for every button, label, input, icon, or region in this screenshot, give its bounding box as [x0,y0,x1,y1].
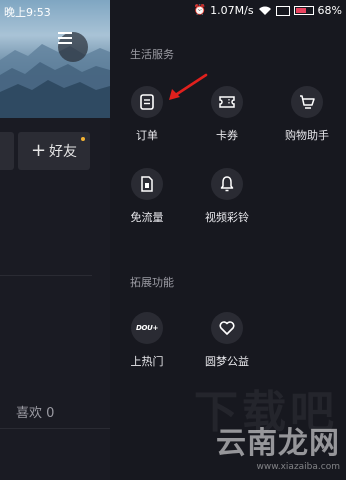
plus-icon: + [30,140,47,161]
battery-fill [295,8,307,13]
sim-card-icon [131,168,163,200]
menu-item-free-data[interactable]: 免流量 [107,168,187,225]
network-speed: 1.07M/s [210,4,254,17]
wifi-icon [258,6,271,15]
menu-item-label: 圆梦公益 [205,355,249,368]
alarm-icon: ⏰ [193,5,207,16]
heart-charity-icon [211,312,243,344]
ticket-coupon-icon [211,86,243,118]
menu-item-label: 视频彩铃 [205,211,249,224]
watermark-background-text: 下载吧 [194,387,338,438]
dou-plus-icon: DOU+ [131,312,163,344]
annotation-arrow [169,73,208,100]
shopping-cart-icon [291,86,323,118]
hamburger-menu-button[interactable] [58,32,88,62]
notification-dot [81,137,85,141]
divider [0,428,110,429]
status-bar: 晚上9:53 ⏰ 1.07M/s 68% [0,0,346,22]
menu-item-dou-plus[interactable]: DOU+ 上热门 [107,312,187,369]
hamburger-icon [58,32,72,44]
battery-icon [293,6,314,15]
menu-item-label: 卡券 [216,129,238,142]
menu-item-label: 免流量 [130,211,164,224]
order-document-icon [131,86,163,118]
status-time: 晚上9:53 [4,6,51,19]
menu-item-shopping-assistant[interactable]: 购物助手 [267,86,346,143]
menu-item-video-ringtone[interactable]: 视频彩铃 [187,168,267,225]
section-title-life-services: 生活服务 [130,48,174,61]
likes-tab[interactable]: 喜欢 0 [16,402,54,421]
divider [0,275,92,276]
menu-item-label: 购物助手 [285,129,329,142]
battery-percent: 68% [317,4,342,17]
profile-page-background: + 好友 喜欢 0 [0,0,110,480]
menu-item-charity[interactable]: 圆梦公益 [187,312,267,369]
menu-item-label: 订单 [136,129,158,142]
add-friend-button[interactable]: + 好友 [18,132,90,170]
menu-item-label: 上热门 [130,355,164,368]
add-friend-label: 好友 [49,144,78,160]
edit-profile-button[interactable] [0,132,14,170]
section-title-extensions: 拓展功能 [130,276,174,289]
sim-signal-icon [275,5,290,16]
bell-icon [211,168,243,200]
